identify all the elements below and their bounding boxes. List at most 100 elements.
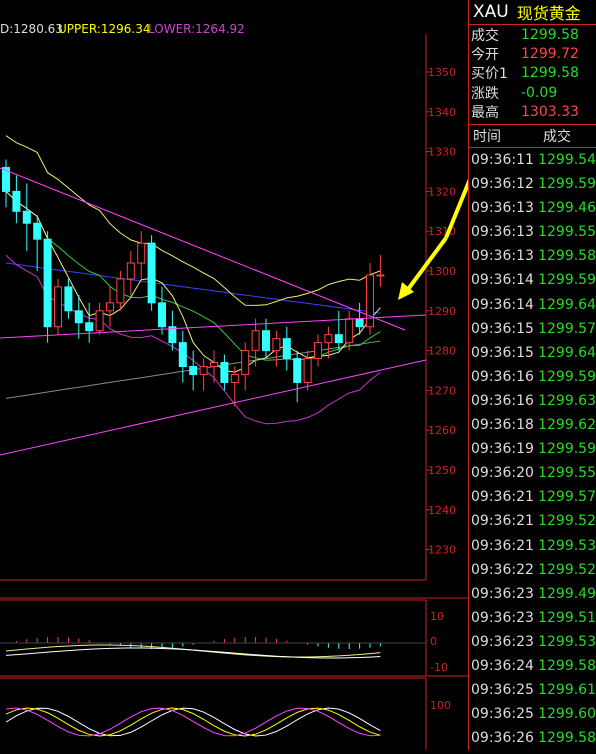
tick-price: 1299.59: [538, 368, 596, 385]
tick-row: 09:36:13 1299.55: [469, 220, 596, 244]
tick-list[interactable]: 09:36:11 1299.54 09:36:12 1299.59 09:36:13 12…: [469, 148, 596, 750]
tick-time: 09:36:18: [471, 417, 534, 434]
tick-time: 09:36:15: [471, 320, 534, 337]
symbol-code: XAU: [473, 2, 509, 22]
candle: [282, 326, 291, 371]
tick-price: 1299.59: [538, 272, 596, 289]
tick-price: 1299.57: [538, 489, 596, 506]
tick-time: 09:36:25: [471, 706, 534, 723]
tick-row: 09:36:25 1299.61: [469, 678, 596, 702]
symbol-name: 现货黄金: [516, 4, 581, 23]
candle: [95, 302, 104, 335]
price-tick-label: 1330: [428, 146, 456, 159]
tick-price: 1299.59: [538, 176, 596, 193]
tick-price: 1299.64: [538, 296, 596, 313]
tick-price: 1299.60: [538, 706, 596, 723]
price-tick-label: 1290: [428, 305, 456, 318]
candle: [22, 183, 31, 252]
tick-row: 09:36:15 1299.57: [469, 317, 596, 341]
quote-list: 成交 1299.58 今开 1299.72 买价1 1299.58 涨跌 -0.09 最高 130…: [469, 25, 596, 125]
tick-header: 时间 成交: [469, 125, 596, 148]
indicator-lower: LOWER:1264.92: [148, 22, 245, 36]
tick-header-time: 时间: [473, 128, 501, 145]
candle: [272, 330, 281, 367]
candle: [189, 350, 198, 391]
tick-row: 09:36:23 1299.53: [469, 630, 596, 654]
tick-row: 09:36:12 1299.59: [469, 172, 596, 196]
tick-price: 1299.59: [538, 441, 596, 458]
candle: [43, 231, 52, 343]
trendlines: [0, 167, 427, 456]
macd-axis: 10 0 -10: [430, 610, 448, 674]
tick-price: 1299.55: [538, 224, 596, 241]
candle: [262, 318, 270, 359]
tick-time: 09:36:12: [471, 176, 534, 193]
quote-label: 今开: [471, 47, 499, 64]
tick-row: 09:36:20 1299.55: [469, 461, 596, 485]
price-tick-label: 1240: [428, 504, 456, 517]
tick-time: 09:36:14: [471, 296, 534, 313]
tick-row: 09:36:22 1299.52: [469, 558, 596, 582]
tick-header-price: 成交: [543, 128, 571, 145]
tick-row: 09:36:25 1299.60: [469, 702, 596, 726]
tick-time: 09:36:19: [471, 441, 534, 458]
quote-row: 涨跌 -0.09: [469, 83, 596, 102]
macd-tick-label: 0: [430, 635, 437, 648]
quote-row: 买价1 1299.58: [469, 64, 596, 83]
tick-row: 09:36:23 1299.49: [469, 582, 596, 606]
tick-time: 09:36:21: [471, 513, 534, 530]
macd-panel: [0, 637, 426, 659]
tick-time: 09:36:16: [471, 392, 534, 409]
tick-time: 09:36:20: [471, 465, 534, 482]
candle: [33, 215, 42, 271]
candle: [241, 342, 250, 391]
tick-time: 09:36:23: [471, 633, 534, 650]
quote-value: 1299.58: [521, 65, 579, 82]
macd-tick-label: -10: [430, 661, 448, 674]
tick-price: 1299.63: [538, 392, 596, 409]
price-tick-label: 1280: [428, 345, 456, 358]
candle: [230, 366, 239, 407]
quote-panel: XAU 现货黄金 成交 1299.58 今开 1299.72 买价1 1299.58 涨跌 -…: [468, 0, 596, 750]
candle: [137, 231, 146, 279]
tick-row: 09:36:18 1299.62: [469, 413, 596, 437]
tick-row: 09:36:13 1299.58: [469, 244, 596, 268]
tick-row: 09:36:11 1299.54: [469, 148, 596, 172]
quote-row: 最高 1303.33: [469, 103, 596, 122]
tick-price: 1299.51: [538, 609, 596, 626]
kline-chart-area[interactable]: D:1280.63 UPPER:1296.34 LOWER:1264.92 13…: [0, 0, 494, 750]
quote-row: 成交 1299.58: [469, 25, 596, 44]
candle: [293, 350, 302, 403]
tick-price: 1299.52: [538, 561, 596, 578]
tick-price: 1299.58: [538, 730, 596, 747]
tick-row: 09:36:21 1299.53: [469, 533, 596, 557]
candle: [210, 350, 218, 383]
kline-chart[interactable]: D:1280.63 UPPER:1296.34 LOWER:1264.92 13…: [0, 0, 494, 750]
kdj-tick-label: 100: [430, 699, 451, 712]
tick-row: 09:36:16 1299.63: [469, 389, 596, 413]
price-tick-label: 1270: [428, 384, 456, 397]
candle: [334, 310, 343, 351]
tick-price: 1299.46: [538, 200, 596, 217]
tick-time: 09:36:23: [471, 585, 534, 602]
candle: [106, 286, 114, 327]
tick-row: 09:36:23 1299.51: [469, 606, 596, 630]
price-tick-label: 1340: [428, 106, 456, 119]
candle: [116, 271, 125, 311]
quote-value: 1303.33: [521, 104, 579, 121]
quote-value: 1299.58: [521, 26, 579, 43]
tick-price: 1299.58: [538, 657, 596, 674]
tick-time: 09:36:21: [471, 489, 534, 506]
tick-time: 09:36:15: [471, 344, 534, 361]
quote-value: 1299.72: [521, 46, 579, 63]
tick-time: 09:36:13: [471, 248, 534, 265]
candle: [199, 358, 208, 391]
candle: [12, 175, 21, 224]
tick-price: 1299.62: [538, 417, 596, 434]
price-tick-label: 1300: [428, 265, 456, 278]
quote-value: -0.09: [521, 84, 558, 101]
tick-price: 1299.55: [538, 465, 596, 482]
tick-time: 09:36:13: [471, 200, 534, 217]
candle: [126, 251, 135, 295]
price-tick-label: 1250: [428, 464, 456, 477]
